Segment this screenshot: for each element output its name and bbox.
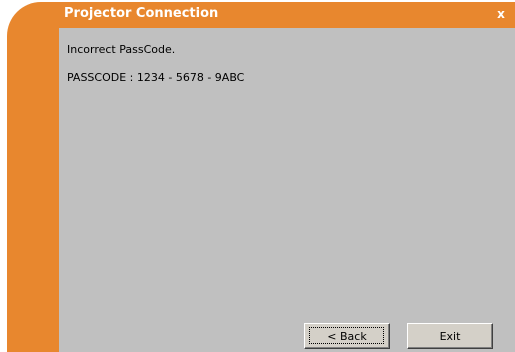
content-panel: Incorrect PassCode. PASSCODE : 1234 - 56… bbox=[59, 28, 515, 352]
back-button[interactable]: < Back bbox=[304, 323, 390, 349]
exit-button[interactable]: Exit bbox=[407, 323, 493, 349]
exit-button-label: Exit bbox=[439, 329, 461, 343]
close-icon[interactable]: x bbox=[493, 6, 509, 22]
dialog-window: Projector Connection x Incorrect PassCod… bbox=[7, 2, 515, 352]
back-button-label: < Back bbox=[327, 329, 367, 343]
passcode-text: PASSCODE : 1234 - 5678 - 9ABC bbox=[67, 71, 245, 84]
title-bar[interactable]: Projector Connection x bbox=[7, 2, 515, 28]
error-message: Incorrect PassCode. bbox=[67, 43, 176, 56]
window-title: Projector Connection bbox=[64, 6, 219, 21]
